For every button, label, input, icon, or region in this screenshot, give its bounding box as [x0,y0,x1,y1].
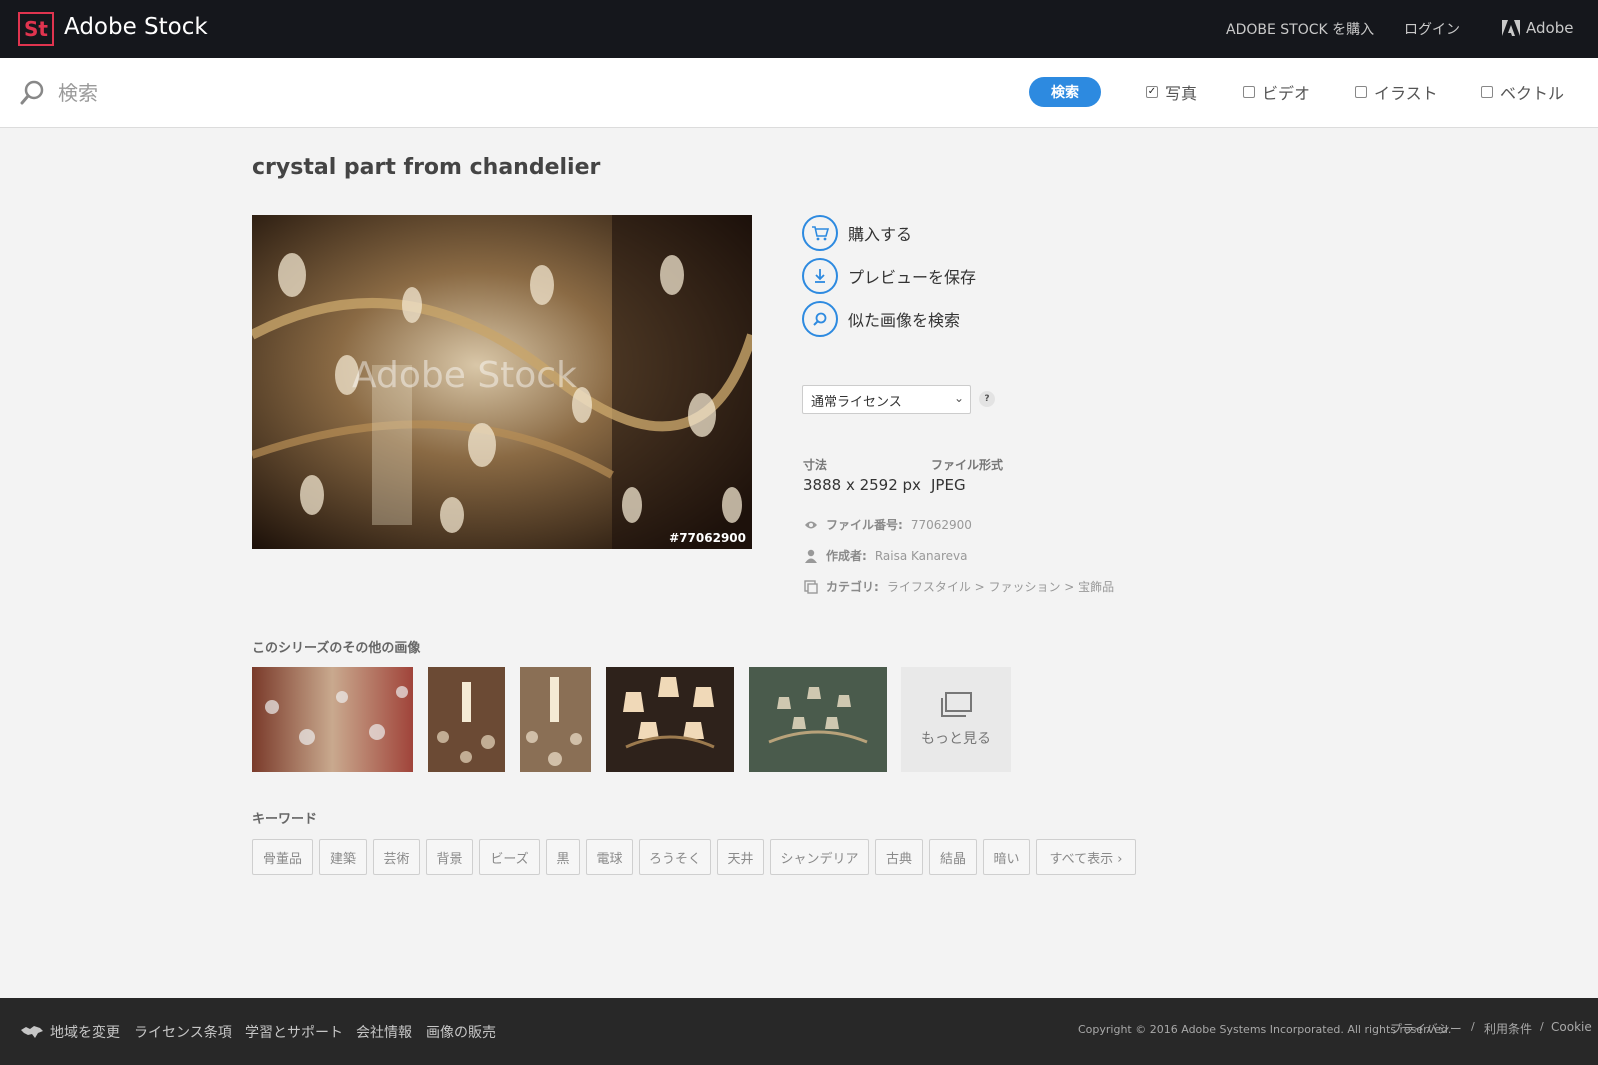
series-thumbnail[interactable] [520,667,591,772]
keyword-tag[interactable]: ビーズ [479,839,540,875]
save-preview-action[interactable]: プレビューを保存 [802,258,976,294]
license-select[interactable]: 通常ライセンス ⌄ [802,385,971,414]
checkbox-icon[interactable] [1355,86,1367,98]
buy-action[interactable]: 購入する [802,215,912,251]
image-id-badge: #77062900 [669,531,746,545]
adobe-link[interactable]: Adobe [1502,19,1573,37]
category-icon [804,579,818,594]
checkbox-icon[interactable] [1243,86,1255,98]
more-series-button[interactable]: もっと見る [901,667,1011,772]
stack-icon [941,691,972,717]
category-value[interactable]: ライフスタイル > ファッション > 宝飾品 [887,578,1114,595]
footer-link-support[interactable]: 学習とサポート [245,1022,343,1042]
search-bar: 検索 ✓ 写真 ビデオ イラスト ベクトル [0,58,1598,128]
search-input[interactable] [58,76,858,110]
keyword-tag[interactable]: ろうそく [639,839,711,875]
author-row: 作成者: Raisa Kanareva [804,547,967,564]
footer: 地域を変更 ライセンス条項 学習とサポート 会社情報 画像の販売 Copyrig… [0,998,1598,1065]
author-value[interactable]: Raisa Kanareva [875,549,968,563]
checkbox-checked-icon[interactable]: ✓ [1146,86,1158,98]
file-format-value: JPEG [931,476,966,494]
footer-separator: / [1471,1020,1475,1033]
user-icon [805,549,817,563]
find-similar-action[interactable]: 似た画像を検索 [802,301,960,337]
watermark: Adobe Stock [352,355,577,396]
series-thumbnail[interactable] [428,667,505,772]
filter-video-label: ビデオ [1262,84,1311,103]
series-thumbnail[interactable] [606,667,734,772]
filter-photo-label: 写真 [1165,84,1198,103]
main-preview-image[interactable]: Adobe Stock #77062900 [252,215,752,549]
keyword-tag[interactable]: 建築 [319,839,367,875]
buy-label[interactable]: 購入する [848,221,912,245]
help-icon[interactable]: ? [979,391,995,407]
dimensions-value: 3888 x 2592 px [803,476,921,494]
chevron-down-icon: ⌄ [953,391,964,405]
file-number-label: ファイル番号: [826,518,903,532]
keyword-tag[interactable]: 骨董品 [252,839,313,875]
keyword-tag[interactable]: 結晶 [929,839,977,875]
footer-link-license[interactable]: ライセンス条項 [134,1022,232,1042]
license-select-value: 通常ライセンス [811,395,902,410]
file-format-label: ファイル形式 [931,458,1004,472]
search-button[interactable]: 検索 [1029,77,1101,107]
filter-illustration[interactable]: イラスト [1355,80,1438,104]
find-similar-label[interactable]: 似た画像を検索 [848,307,960,331]
filter-vector[interactable]: ベクトル [1481,80,1564,104]
adobe-link-label: Adobe [1526,19,1574,37]
keyword-tag[interactable]: 芸術 [373,839,420,875]
brand-name[interactable]: Adobe Stock [64,14,208,40]
filter-video[interactable]: ビデオ [1243,80,1310,104]
footer-separator: / [1540,1020,1544,1033]
footer-link-sell-images[interactable]: 画像の販売 [426,1022,496,1042]
filter-illustration-label: イラスト [1374,84,1438,103]
keyword-tag[interactable]: 背景 [426,839,473,875]
category-label: カテゴリ: [826,580,879,594]
footer-link-company[interactable]: 会社情報 [356,1022,412,1042]
asset-title: crystal part from chandelier [252,155,601,180]
keyword-tag[interactable]: 黒 [546,839,580,875]
file-number-value: 77062900 [910,517,972,532]
keyword-tag[interactable]: シャンデリア [770,839,869,875]
save-preview-label[interactable]: プレビューを保存 [848,264,976,288]
more-series-label: もっと見る [921,730,991,747]
search-icon [20,80,44,105]
series-thumbnail[interactable] [252,667,413,772]
keyword-tag[interactable]: 古典 [875,839,923,875]
footer-link-privacy[interactable]: プライバシー [1390,1020,1462,1037]
footer-link-region[interactable]: 地域を変更 [50,1022,120,1042]
footer-link-terms[interactable]: 利用条件 [1484,1020,1532,1037]
checkbox-icon[interactable] [1481,86,1493,98]
top-bar: St Adobe Stock ADOBE STOCK を購入 ログイン Adob… [0,0,1598,58]
keywords-label: キーワード [252,812,318,827]
filter-vector-label: ベクトル [1500,84,1565,103]
download-icon[interactable] [802,258,838,294]
show-all-keywords-button[interactable]: すべて表示 › [1036,839,1136,875]
adobe-stock-logo[interactable]: St [18,12,54,46]
buy-adobe-stock-link[interactable]: ADOBE STOCK を購入 [1226,19,1374,39]
series-label: このシリーズのその他の画像 [252,641,421,656]
category-row: カテゴリ: ライフスタイル > ファッション > 宝飾品 [804,578,1114,595]
footer-link-cookie[interactable]: Cookie [1551,1020,1592,1034]
author-label: 作成者: [826,549,867,563]
dimensions-label: 寸法 [803,458,828,472]
keyword-tag[interactable]: 電球 [586,839,633,875]
keyword-tag[interactable]: 暗い [983,839,1030,875]
filter-photo[interactable]: ✓ 写真 [1146,80,1197,104]
series-thumbnail[interactable] [749,667,887,772]
magnifier-icon[interactable] [802,301,838,337]
adobe-logo-icon [1502,20,1520,36]
eye-icon [805,521,817,528]
login-link[interactable]: ログイン [1404,19,1460,39]
file-number-row: ファイル番号: 77062900 [804,516,972,533]
keyword-tag[interactable]: 天井 [717,839,764,875]
cart-icon[interactable] [802,215,838,251]
globe-map-icon[interactable] [20,1025,44,1039]
